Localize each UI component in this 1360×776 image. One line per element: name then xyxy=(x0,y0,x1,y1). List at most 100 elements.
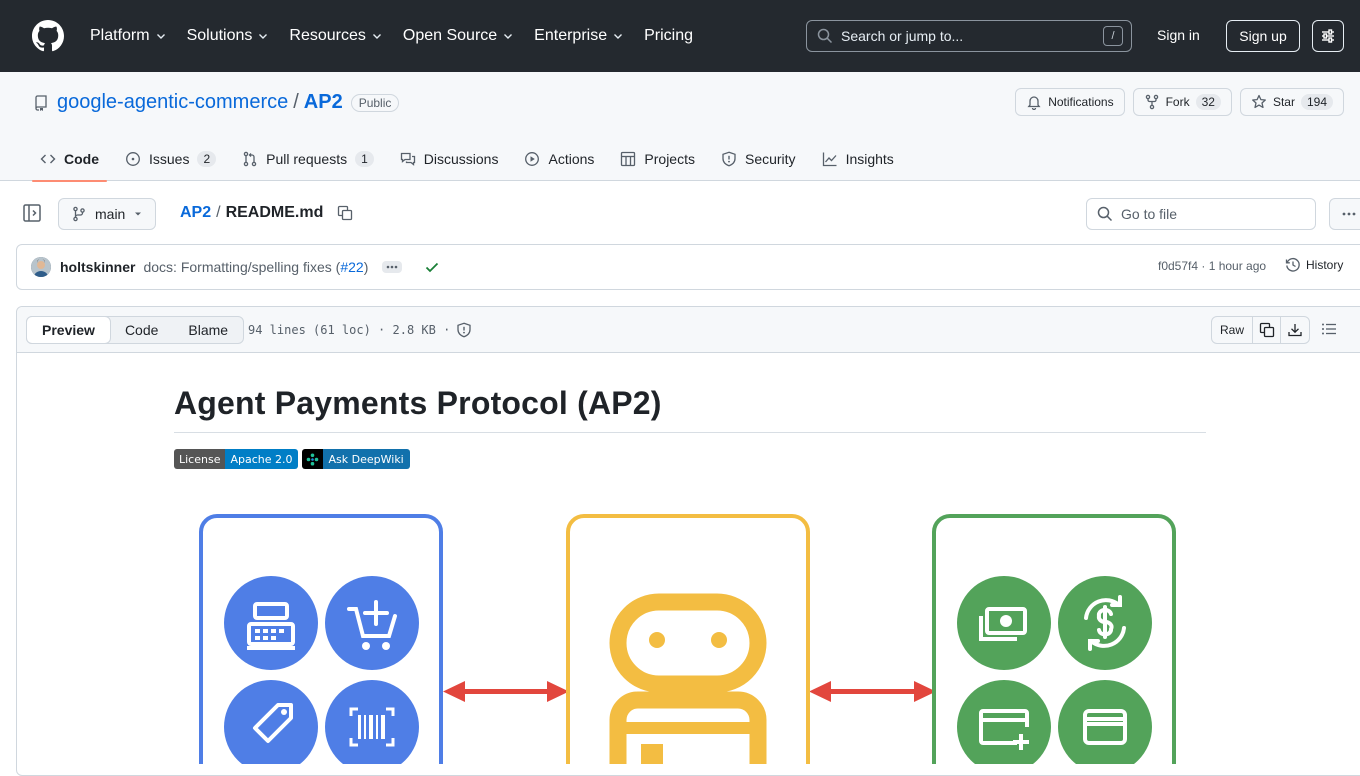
go-to-file-placeholder: Go to file xyxy=(1121,206,1178,222)
commit-author-link[interactable]: holtskinner xyxy=(60,259,135,275)
tab-security-label: Security xyxy=(744,150,796,167)
copy-raw-button[interactable] xyxy=(1253,317,1282,343)
fork-count: 32 xyxy=(1195,94,1221,110)
deepwiki-badge-label: Ask DeepWiki xyxy=(322,449,410,469)
tab-issues[interactable]: Issues 2 xyxy=(117,136,224,181)
avatar[interactable] xyxy=(31,257,51,277)
copy-icon[interactable] xyxy=(337,205,353,221)
check-icon[interactable] xyxy=(424,259,440,275)
repo-title: google-agentic-commerce / AP2 Public xyxy=(33,91,400,114)
code-icon xyxy=(40,154,56,163)
sidebar-expand-icon[interactable] xyxy=(20,201,44,225)
view-mode-toggle: Preview Code Blame xyxy=(26,316,245,344)
sign-in-link[interactable]: Sign in xyxy=(1157,27,1200,43)
list-unordered-icon[interactable] xyxy=(1321,321,1337,337)
tab-insights-label: Insights xyxy=(845,150,894,167)
ap2-diagram-image xyxy=(199,514,1176,764)
notifications-button[interactable]: Notifications xyxy=(1015,88,1125,116)
license-badge[interactable]: License Apache 2.0 xyxy=(174,449,298,469)
breadcrumb-repo-link[interactable]: AP2 xyxy=(180,204,211,222)
global-header: Platform Solutions Resources Open Source… xyxy=(0,0,1360,72)
blame-button[interactable]: Blame xyxy=(173,317,243,343)
history-label: History xyxy=(1306,258,1344,272)
commit-meta[interactable]: f0d57f4 · 1 hour ago xyxy=(1158,259,1266,273)
add-to-cart-icon xyxy=(325,576,419,670)
license-badge-right: Apache 2.0 xyxy=(225,449,298,469)
nav-platform-label: Platform xyxy=(90,27,150,44)
menu-button[interactable] xyxy=(1312,20,1344,52)
star-button[interactable]: Star 194 xyxy=(1239,88,1344,116)
commit-message-text: docs: Formatting/spelling fixes ( xyxy=(143,259,341,275)
fork-label: Fork xyxy=(1165,95,1190,109)
discussions-icon xyxy=(400,152,415,166)
cash-register-icon xyxy=(224,576,318,670)
global-search-input[interactable]: Search or jump to... / xyxy=(806,20,1132,52)
branch-select[interactable]: main xyxy=(58,198,157,230)
chevron-down-icon xyxy=(614,34,623,39)
search-shortcut-key: / xyxy=(1103,26,1123,46)
visibility-badge: Public xyxy=(350,93,400,112)
raw-button[interactable]: Raw xyxy=(1212,317,1254,343)
graph-icon xyxy=(822,152,837,166)
robot-icon xyxy=(609,593,767,764)
history-button[interactable]: History xyxy=(1285,257,1343,273)
nav-open-source-label: Open Source xyxy=(402,27,498,44)
caret-down-icon xyxy=(135,212,142,216)
nav-solutions[interactable]: Solutions xyxy=(187,27,270,45)
nav-pricing[interactable]: Pricing xyxy=(644,27,693,45)
shield-check-icon[interactable] xyxy=(456,322,472,338)
commit-pr-link[interactable]: #22 xyxy=(340,259,363,275)
breadcrumb-file: README.md xyxy=(225,204,324,221)
file-viewer-header: Preview Code Blame 94 lines (61 loc) · 2… xyxy=(17,307,1360,353)
tab-actions[interactable]: Actions xyxy=(516,136,602,181)
preview-button[interactable]: Preview xyxy=(26,316,111,344)
readme-content: Agent Payments Protocol (AP2) License Ap… xyxy=(174,353,1206,469)
avatar-person-icon xyxy=(31,257,51,277)
nav-open-source[interactable]: Open Source xyxy=(403,27,514,45)
breadcrumb: AP2 / README.md xyxy=(180,204,353,222)
repo-name-link[interactable]: AP2 xyxy=(304,91,343,114)
code-view-button[interactable]: Code xyxy=(110,317,173,343)
history-icon xyxy=(1285,257,1300,272)
tab-pull-requests-label: Pull requests xyxy=(266,150,348,167)
go-to-file-input[interactable]: Go to file xyxy=(1086,198,1316,230)
download-button[interactable] xyxy=(1281,317,1309,343)
issue-icon xyxy=(126,151,140,166)
repo-icon xyxy=(35,94,47,111)
commit-expand-button[interactable] xyxy=(382,261,403,273)
nav-resources[interactable]: Resources xyxy=(289,27,382,45)
tab-insights[interactable]: Insights xyxy=(814,136,902,181)
tab-discussions[interactable]: Discussions xyxy=(392,136,507,181)
tab-security[interactable]: Security xyxy=(713,136,804,181)
tab-projects[interactable]: Projects xyxy=(612,136,703,181)
shield-icon xyxy=(722,151,736,166)
sign-up-button[interactable]: Sign up xyxy=(1226,20,1300,52)
tab-pull-requests[interactable]: Pull requests 1 xyxy=(234,136,382,181)
search-icon xyxy=(1097,206,1113,222)
more-options-button[interactable] xyxy=(1329,198,1360,230)
tab-pull-requests-count: 1 xyxy=(355,150,374,167)
github-logo-icon[interactable] xyxy=(32,20,64,52)
badge-row: License Apache 2.0 Ask DeepWiki xyxy=(174,449,1206,469)
git-branch-icon xyxy=(73,206,85,222)
nav-platform[interactable]: Platform xyxy=(90,27,167,45)
tab-code[interactable]: Code xyxy=(32,136,107,182)
star-label: Star xyxy=(1272,95,1295,109)
latest-commit-bar: holtskinner docs: Formatting/spelling fi… xyxy=(16,244,1360,290)
repo-owner-link[interactable]: google-agentic-commerce xyxy=(57,91,288,114)
repo-tabs: Code Issues 2 Pull requests 1 Discussion… xyxy=(32,136,912,182)
nav-enterprise[interactable]: Enterprise xyxy=(534,27,624,45)
cash-icon xyxy=(957,576,1051,670)
search-placeholder: Search or jump to... xyxy=(841,28,964,44)
table-icon xyxy=(621,151,636,166)
bell-icon xyxy=(1027,96,1041,110)
repo-actions: Notifications Fork 32 Star 194 xyxy=(1015,88,1344,116)
pull-request-icon xyxy=(243,151,257,166)
tab-actions-label: Actions xyxy=(548,150,595,167)
fork-button[interactable]: Fork 32 xyxy=(1132,88,1232,116)
nav-enterprise-label: Enterprise xyxy=(534,27,608,44)
currency-exchange-icon xyxy=(1058,576,1152,670)
commit-message[interactable]: docs: Formatting/spelling fixes (#22) xyxy=(143,259,368,275)
deepwiki-badge[interactable]: Ask DeepWiki xyxy=(301,449,410,469)
chevron-down-icon xyxy=(156,34,165,39)
